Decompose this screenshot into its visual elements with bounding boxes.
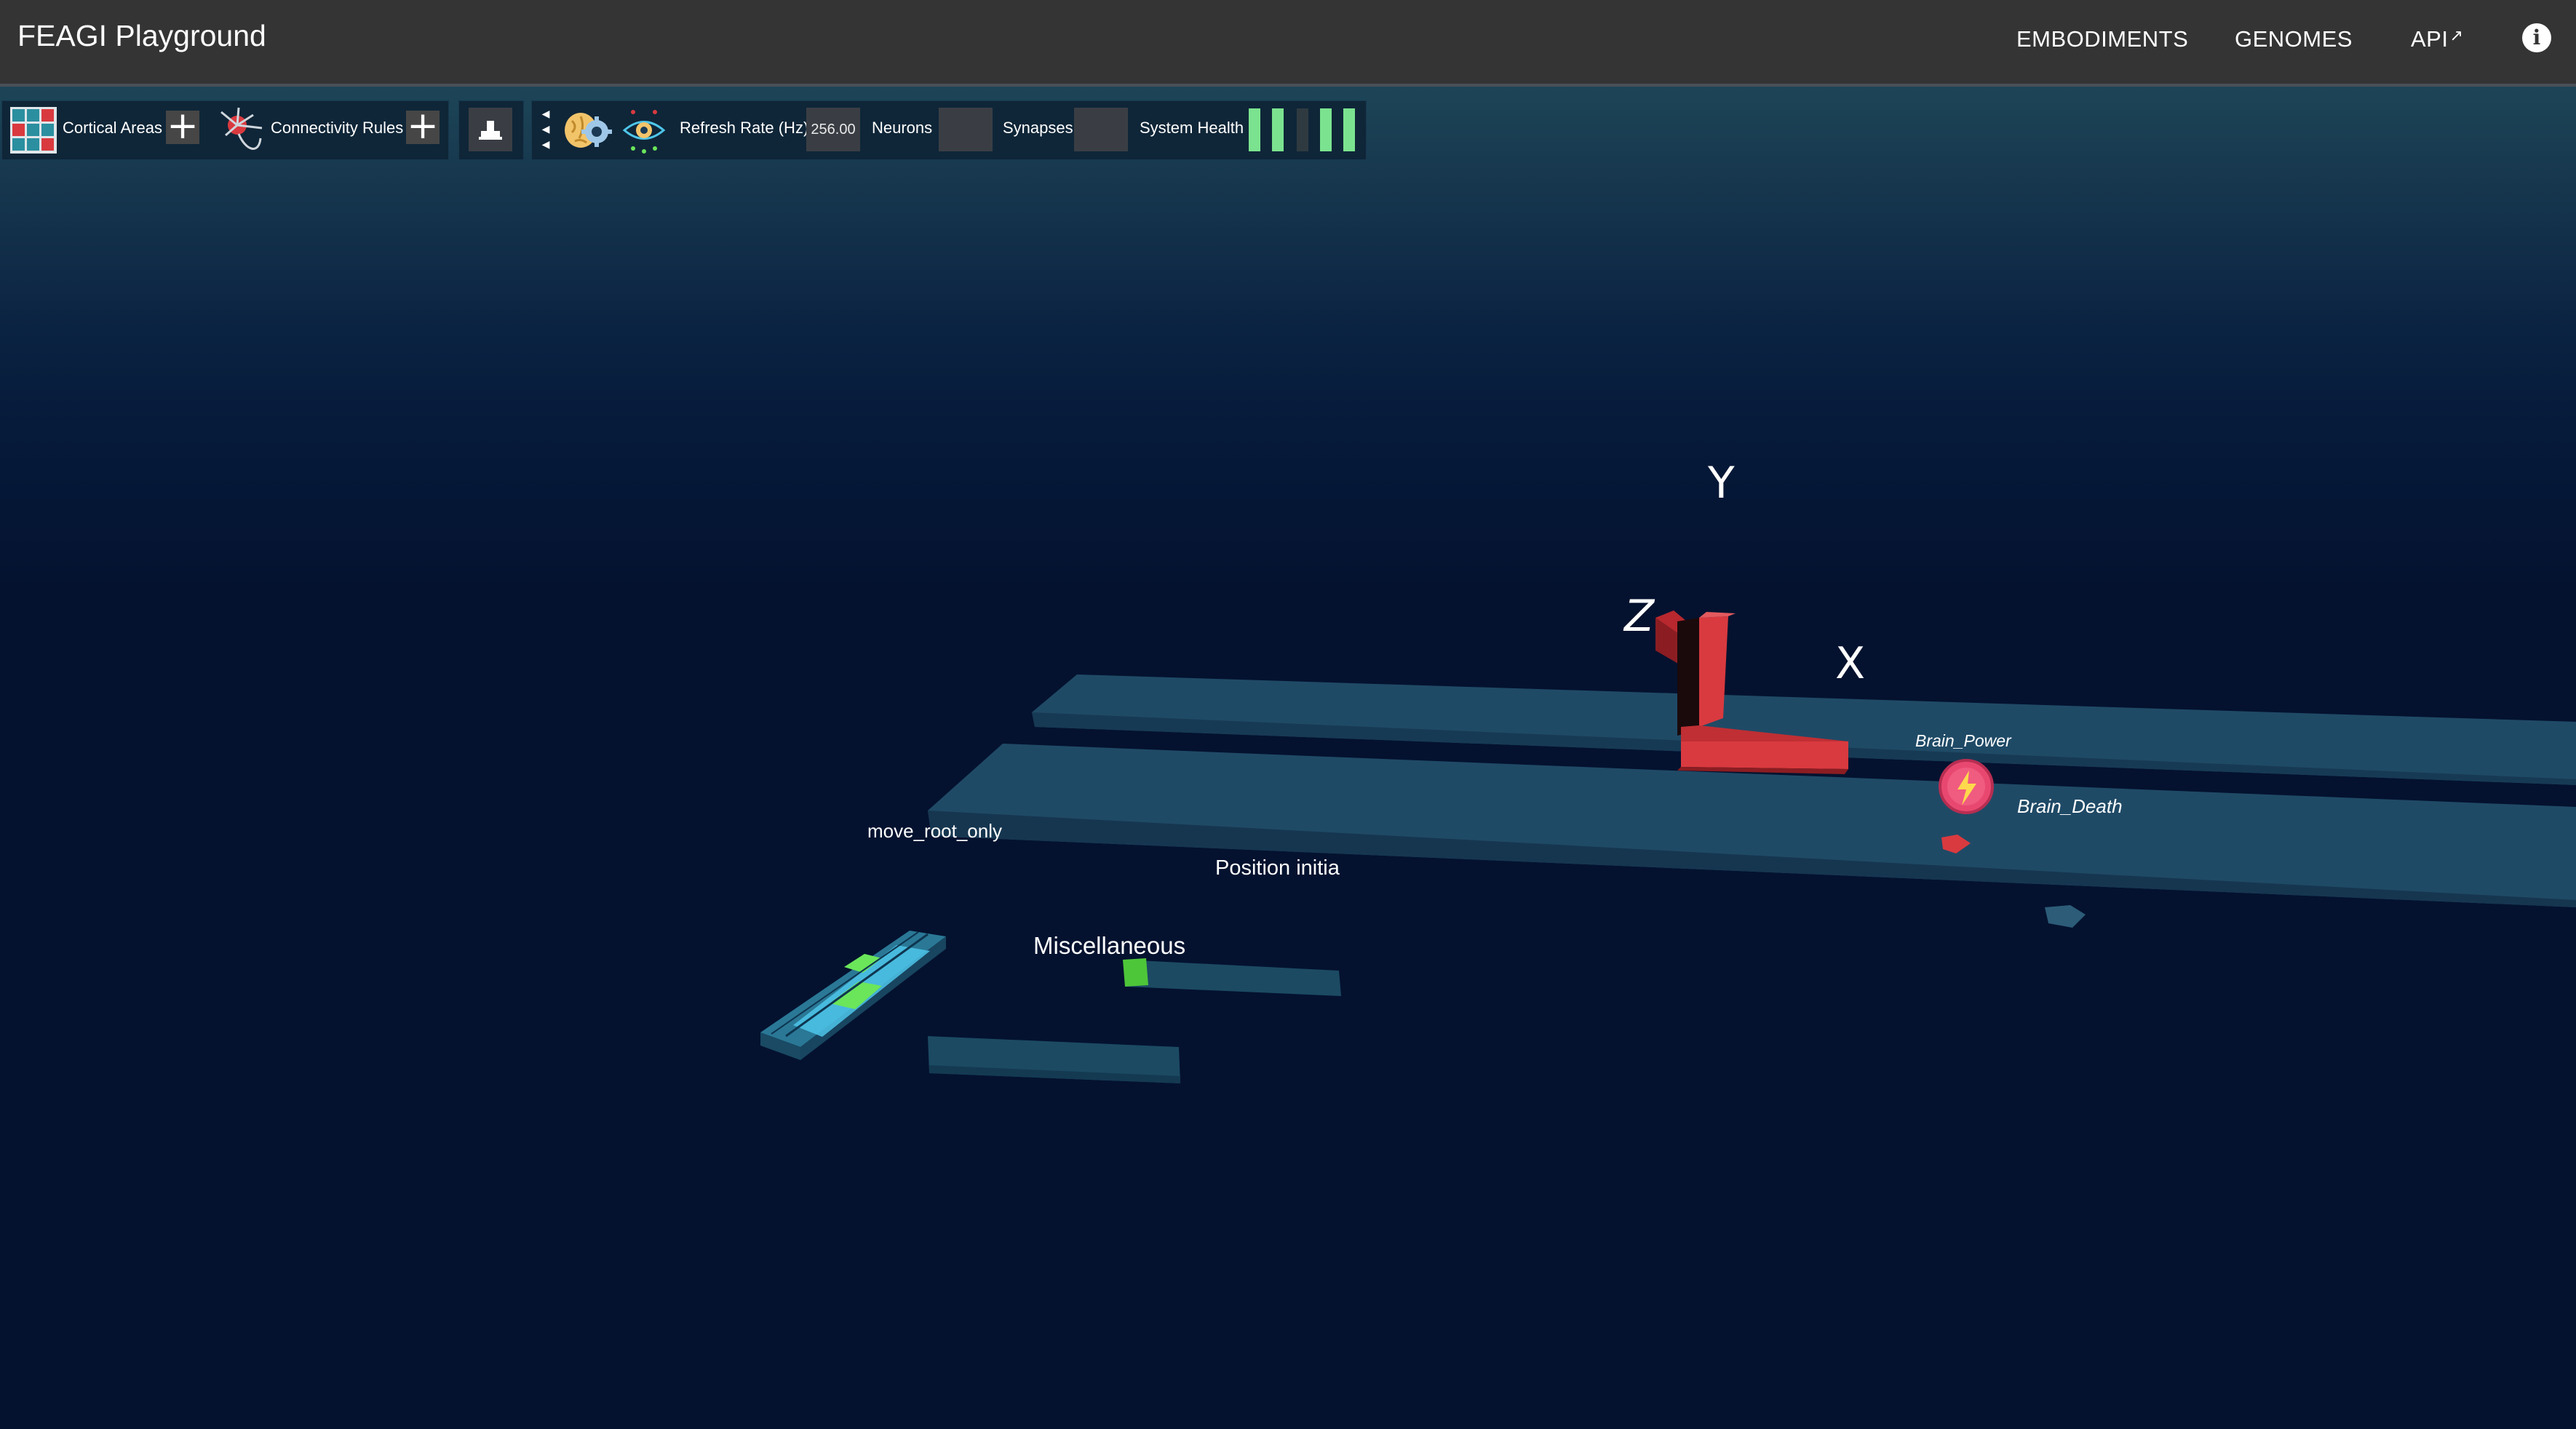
axis-label-y: Y (1708, 458, 1735, 509)
cortical-grid-icon[interactable] (10, 107, 57, 154)
eye-icon[interactable] (620, 106, 668, 154)
position-initia-bar (1123, 958, 1341, 996)
info-icon[interactable]: i (2522, 23, 2551, 52)
circuit-icon (479, 121, 502, 140)
move-root-only-label[interactable]: move_root_only (867, 820, 1002, 843)
app-bar: FEAGI Playground EMBODIMENTS GENOMES API… (0, 0, 2576, 87)
miscellaneous-label[interactable]: Miscellaneous (1033, 932, 1185, 960)
brain-death-cube (2045, 905, 2086, 928)
nav-api[interactable]: API↗ (2411, 26, 2463, 52)
health-bar (1297, 108, 1308, 151)
nav-api-label: API (2411, 26, 2449, 52)
refresh-rate-input[interactable]: 256.00 (806, 108, 860, 151)
circuit-button[interactable] (469, 108, 512, 151)
cortical-areas-label[interactable]: Cortical Areas (63, 119, 162, 138)
refresh-rate-label: Refresh Rate (Hz) (680, 119, 809, 137)
connectivity-rules-label[interactable]: Connectivity Rules (271, 119, 403, 138)
nav-embodiments[interactable]: EMBODIMENTS (2016, 26, 2188, 52)
brain-power-label[interactable]: Brain_Power (1915, 731, 2011, 751)
axis-gizmo (1655, 610, 1848, 774)
health-bar (1272, 108, 1284, 151)
add-cortical-area-button[interactable]: + (166, 107, 199, 145)
add-connectivity-rule-button[interactable]: + (406, 107, 440, 145)
synapses-label: Synapses (1003, 119, 1073, 137)
health-bar (1343, 108, 1355, 151)
brain-power-icon (1939, 759, 1994, 814)
axis-label-x: X (1835, 638, 1866, 689)
brain-death-label[interactable]: Brain_Death (2017, 795, 2123, 818)
neurons-value (939, 108, 993, 151)
health-bar (1249, 108, 1260, 151)
brain-gear-icon[interactable] (562, 106, 613, 154)
nav-genomes[interactable]: GENOMES (2235, 26, 2353, 52)
external-link-icon: ↗ (2449, 26, 2464, 44)
synapses-value (1074, 108, 1128, 151)
axis-label-z: Z (1624, 591, 1655, 642)
app-title: FEAGI Playground (17, 19, 266, 52)
health-bar (1320, 108, 1332, 151)
system-health-label: System Health (1140, 119, 1244, 137)
collapse-arrows-icon[interactable]: ◀ ◀ ◀ (540, 106, 552, 153)
neurons-label: Neurons (872, 119, 933, 137)
miscellaneous-bar (928, 1036, 1180, 1083)
neuron-icon[interactable] (217, 106, 268, 154)
scene-canvas[interactable] (0, 87, 2576, 1429)
position-initia-label[interactable]: Position initia (1215, 856, 1340, 880)
brain-visualizer-scene[interactable]: Y Z X Brain_Power Brain_Death move_root_… (0, 87, 2576, 1429)
move-root-only-grid (760, 931, 946, 1060)
